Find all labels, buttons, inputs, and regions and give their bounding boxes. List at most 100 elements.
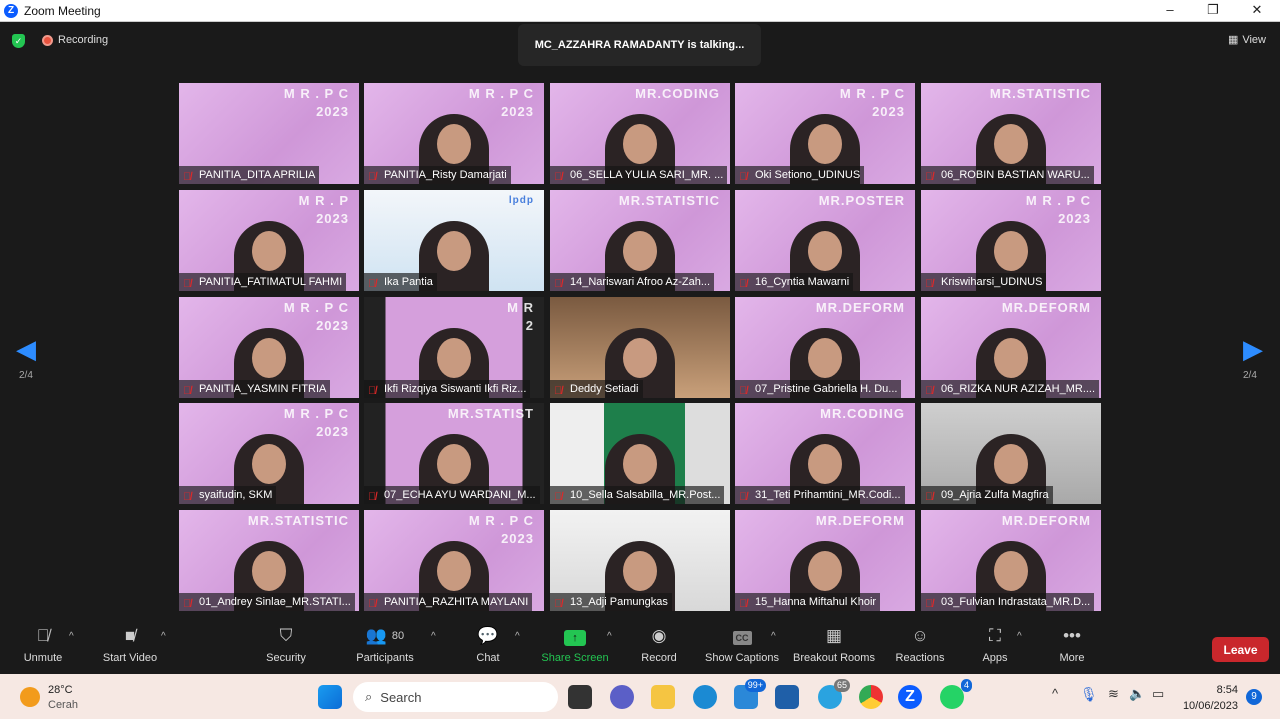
record-button[interactable]: ◉ Record <box>614 624 704 664</box>
participants-button[interactable]: 👥 80 Participants <box>340 624 430 664</box>
share-arrow-icon: ↑ <box>564 630 586 646</box>
participant-video-tile[interactable]: MR.DEFORM 🎙̸ 06_RIZKA NUR AZIZAH_MR.... <box>921 297 1101 398</box>
participant-name: Deddy Setiadi <box>570 383 639 395</box>
chat-options-caret[interactable]: ^ <box>515 631 520 642</box>
windows-start-icon[interactable] <box>318 685 342 709</box>
muted-mic-icon: 🎙̸ <box>925 491 934 503</box>
participant-video-tile[interactable]: MR.CODING 🎙̸ 31_Teti Prihamtini_MR.Codi... <box>735 403 915 504</box>
muted-mic-icon: 🎙̸ <box>183 598 192 610</box>
participant-video-tile[interactable]: M R . P 2023 🎙̸ PANITIA_FATIMATUL FAHMI <box>179 190 359 291</box>
participant-video-tile[interactable]: 🎙̸ 10_Sella Salsabilla_MR.Post... <box>550 403 730 504</box>
show-captions-button[interactable]: CC Show Captions <box>697 624 787 664</box>
microphone-icon[interactable]: 🎙 <box>1080 686 1098 703</box>
share-options-caret[interactable]: ^ <box>607 631 612 642</box>
participant-video-tile[interactable]: MR.CODING 🎙̸ 06_SELLA YULIA SARI_MR. ... <box>550 83 730 184</box>
muted-mic-icon: 🎙̸ <box>368 491 377 503</box>
participant-name-label: 🎙̸ Deddy Setiadi <box>550 380 643 398</box>
whatsapp-icon[interactable]: 4 <box>940 679 972 709</box>
clock[interactable]: 8:54 10/06/2023 <box>1183 682 1238 714</box>
chat-button[interactable]: 💬 Chat <box>443 624 533 664</box>
battery-icon[interactable]: ▭ <box>1152 686 1164 702</box>
participant-video-tile[interactable]: 🎙̸ 09_Ajria Zulfa Magfira <box>921 403 1101 504</box>
participant-video-tile[interactable]: 🎙̸ 13_Adji Pamungkas <box>550 510 730 611</box>
participant-video-tile[interactable]: MR.STATIST 🎙̸ 07_ECHA AYU WARDANI_M... <box>364 403 544 504</box>
close-button[interactable]: ✕ <box>1247 2 1267 18</box>
participant-name-label: 🎙̸ PANITIA_RAZHITA MAYLANI <box>364 593 533 611</box>
teams-chat-icon[interactable] <box>610 685 634 709</box>
task-view-icon[interactable] <box>568 685 592 709</box>
share-screen-button[interactable]: ↑ Share Screen <box>530 624 620 664</box>
participant-video-tile[interactable]: M R 2 🎙̸ Ikfi Rizqiya Siswanti Ikfi Riz... <box>364 297 544 398</box>
participant-video-tile[interactable]: MR.POSTER 🎙̸ 16_Cyntia Mawarni <box>735 190 915 291</box>
participant-video-tile[interactable]: MR.DEFORM 🎙̸ 07_Pristine Gabriella H. Du..… <box>735 297 915 398</box>
security-button[interactable]: ⛉ Security <box>241 624 331 664</box>
participant-video-tile[interactable]: lpdp 🎙̸ Ika Pantia <box>364 190 544 291</box>
background-overlay-text: M R . P C 2023 <box>839 86 905 119</box>
record-circle-icon: ◉ <box>651 626 667 645</box>
participant-video-tile[interactable]: M R . P C 2023 🎙̸ Kriswiharsi_UDINUS <box>921 190 1101 291</box>
muted-mic-icon: 🎙̸ <box>183 278 192 290</box>
mail-icon[interactable]: 99+ <box>734 679 766 709</box>
participant-face <box>994 444 1028 484</box>
participant-video-tile[interactable]: M R . P C 2023 🎙̸ PANITIA_RAZHITA MAYLANI <box>364 510 544 611</box>
recording-indicator[interactable]: Recording <box>42 34 108 46</box>
participant-video-tile[interactable]: MR.STATISTIC 🎙̸ 01_Andrey Sinlae_MR.STATI.… <box>179 510 359 611</box>
view-button[interactable]: ▦ View <box>1228 33 1266 47</box>
participant-video-tile[interactable]: M R . P C 2023 🎙̸ Oki Setiono_UDINUS <box>735 83 915 184</box>
mail-badge: 99+ <box>744 679 766 692</box>
show-hidden-icons-chevron[interactable]: ^ <box>1052 686 1058 701</box>
participant-name-label: 🎙̸ 06_ROBIN BASTIAN WARU... <box>921 166 1094 184</box>
participant-video-tile[interactable]: M R . P C 2023 🎙̸ syaifudin, SKM <box>179 403 359 504</box>
participant-video-tile[interactable]: M R . P C 2023 🎙̸ PANITIA_YASMIN FITRIA <box>179 297 359 398</box>
participant-video-tile[interactable]: M R . P C 2023 🎙̸ PANITIA_Risty Damarjati <box>364 83 544 184</box>
next-page-arrow-icon[interactable]: ▶ <box>1243 334 1263 365</box>
taskbar-search[interactable]: ⌕ Search <box>353 682 558 712</box>
participant-video-tile[interactable]: MR.STATISTIC 🎙̸ 06_ROBIN BASTIAN WARU... <box>921 83 1101 184</box>
video-options-caret[interactable]: ^ <box>161 631 166 642</box>
notification-badge[interactable]: 9 <box>1246 689 1262 705</box>
participants-options-caret[interactable]: ^ <box>431 631 436 642</box>
participant-video-tile[interactable]: MR.DEFORM 🎙̸ 15_Hanna Miftahul Khoir <box>735 510 915 611</box>
store-icon[interactable] <box>775 685 799 709</box>
volume-icon[interactable]: 🔈 <box>1129 686 1145 702</box>
breakout-rooms-button[interactable]: ▦ Breakout Rooms <box>789 624 879 664</box>
unmute-button[interactable]: 🎙̸ Unmute <box>0 624 88 664</box>
previous-page-arrow-icon[interactable]: ◀ <box>16 334 36 365</box>
participant-name: PANITIA_FATIMATUL FAHMI <box>199 276 343 288</box>
more-dots-icon: ••• <box>1063 626 1081 645</box>
participant-name: 14_Nariswari Afroo Az-Zah... <box>570 276 711 288</box>
weather-sun-icon[interactable] <box>20 687 40 707</box>
wifi-icon[interactable]: ≋ <box>1108 686 1119 702</box>
leave-button[interactable]: Leave <box>1212 637 1269 662</box>
participant-face <box>808 338 842 378</box>
minimize-button[interactable]: – <box>1160 2 1180 17</box>
chrome-icon[interactable] <box>859 685 883 709</box>
chat-label: Chat <box>476 652 500 664</box>
start-video-button[interactable]: ■̸ Start Video <box>85 624 175 664</box>
participant-video-tile[interactable]: MR.DEFORM 🎙̸ 03_Fulvian Indrastata_MR.D... <box>921 510 1101 611</box>
encryption-shield-icon[interactable]: ✓ <box>12 34 25 48</box>
apps-options-caret[interactable]: ^ <box>1017 631 1022 642</box>
participant-name-label: 🎙̸ 03_Fulvian Indrastata_MR.D... <box>921 593 1095 611</box>
telegram-icon[interactable]: 65 <box>818 679 850 709</box>
background-overlay-text: M R . P C 2023 <box>1025 193 1091 226</box>
edge-browser-icon[interactable] <box>693 685 717 709</box>
clock-time: 8:54 <box>1216 684 1238 696</box>
audio-options-caret[interactable]: ^ <box>69 631 74 642</box>
maximize-button[interactable]: ❐ <box>1203 2 1223 18</box>
muted-mic-icon: 🎙̸ <box>554 278 563 290</box>
people-icon: 👥 <box>365 626 388 645</box>
background-overlay-text: MR.STATISTIC <box>247 513 349 528</box>
participant-video-tile[interactable]: M R . P C 2023 🎙̸ PANITIA_DITA APRILIA <box>179 83 359 184</box>
file-explorer-icon[interactable] <box>651 685 675 709</box>
captions-options-caret[interactable]: ^ <box>771 631 776 642</box>
participant-video-tile[interactable]: MR.STATISTIC 🎙̸ 14_Nariswari Afroo Az-Zah.… <box>550 190 730 291</box>
zoom-app-icon[interactable]: Z <box>898 685 922 709</box>
participant-name: Ikfi Rizqiya Siswanti Ikfi Riz... <box>384 383 527 395</box>
more-button[interactable]: ••• More <box>1027 624 1117 664</box>
weather-widget[interactable]: 28°C Cerah <box>48 683 78 713</box>
participants-count: 80 <box>391 630 405 642</box>
telegram-badge: 65 <box>833 679 850 692</box>
participant-video-tile[interactable]: 🎙̸ Deddy Setiadi <box>550 297 730 398</box>
participant-name: 06_RIZKA NUR AZIZAH_MR.... <box>941 383 1096 395</box>
